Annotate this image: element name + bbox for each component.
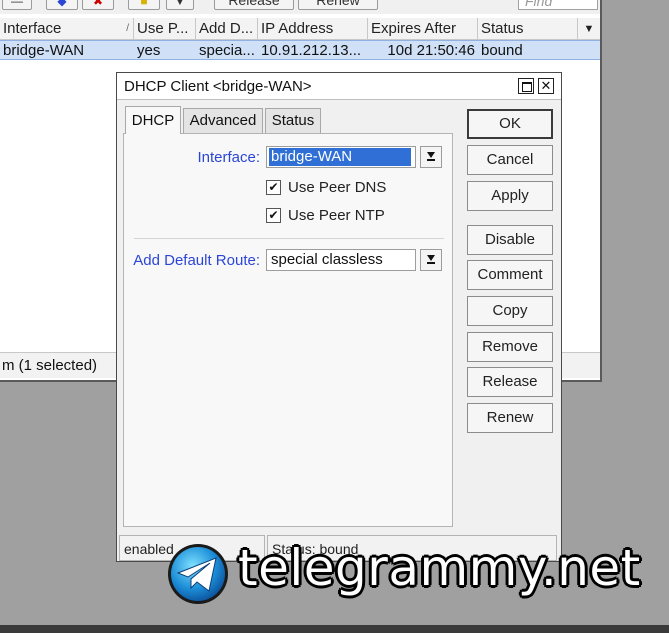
dhcp-tab-panel: Interface: bridge-WAN ✔ Use Peer DNS ✔ U… — [123, 133, 453, 527]
ok-button[interactable]: OK — [467, 109, 553, 139]
dhcp-client-dialog: DHCP Client <bridge-WAN> ✕ DHCP Advanced… — [116, 72, 562, 562]
cancel-button[interactable]: Cancel — [467, 145, 553, 175]
dropdown-arrow-icon — [427, 152, 435, 158]
remove-button[interactable]: Remove — [467, 332, 553, 362]
toolbar-button-1[interactable]: — — [2, 0, 32, 10]
bottom-strip — [0, 625, 669, 633]
release-button[interactable]: Release — [467, 367, 553, 397]
add-default-route-select[interactable]: special classless — [266, 249, 416, 271]
dropdown-arrow-icon: ▼ — [583, 23, 595, 35]
renew-button[interactable]: Renew — [467, 403, 553, 433]
add-default-route-label: Add Default Route: — [133, 252, 260, 269]
minus-icon: — — [11, 0, 23, 8]
add-default-route-value: special classless — [271, 251, 383, 268]
copy-button[interactable]: Copy — [467, 296, 553, 326]
separator — [134, 238, 444, 239]
apply-button[interactable]: Apply — [467, 181, 553, 211]
tab-dhcp[interactable]: DHCP — [125, 106, 181, 134]
interface-dropdown-button[interactable] — [420, 146, 442, 168]
remove-x-icon: ✖ — [92, 0, 104, 8]
sort-icon: / — [126, 23, 129, 34]
tab-advanced[interactable]: Advanced — [183, 108, 263, 134]
close-button[interactable]: ✕ — [538, 78, 554, 94]
comment-icon: ■ — [140, 0, 148, 8]
use-peer-ntp-label: Use Peer NTP — [288, 207, 385, 224]
columns-menu-button[interactable]: ▼ — [578, 18, 600, 40]
disable-button[interactable]: Disable — [467, 225, 553, 255]
dialog-title: DHCP Client <bridge-WAN> — [124, 78, 312, 95]
use-peer-dns-checkbox[interactable]: ✔ — [266, 180, 281, 195]
interface-label: Interface: — [197, 149, 260, 166]
close-icon: ✕ — [540, 78, 552, 93]
column-header-ip-address[interactable]: IP Address — [258, 18, 368, 40]
release-toolbar-button[interactable]: Release — [214, 0, 294, 10]
checkmark-icon: ✔ — [268, 180, 279, 194]
renew-toolbar-button[interactable]: Renew — [298, 0, 378, 10]
dialog-titlebar[interactable]: DHCP Client <bridge-WAN> ✕ — [117, 73, 561, 100]
watermark-text: telegrammy.net — [238, 539, 641, 597]
cell-status: bound — [481, 42, 523, 59]
interface-select[interactable]: bridge-WAN — [266, 146, 416, 168]
cell-add-default: specia... — [199, 42, 255, 59]
tab-status[interactable]: Status — [265, 108, 321, 134]
use-peer-dns-label: Use Peer DNS — [288, 179, 387, 196]
use-peer-ntp-checkbox[interactable]: ✔ — [266, 208, 281, 223]
column-header-status[interactable]: Status — [478, 18, 578, 40]
comment-button[interactable]: Comment — [467, 260, 553, 290]
list-header: Interface / Use P... Add D... IP Address… — [0, 18, 600, 40]
column-header-add-default[interactable]: Add D... — [196, 18, 258, 40]
filter-icon: ▼ — [174, 0, 186, 8]
list-toolbar: — ◆ ✖ ■ ▼ Release Renew Find — [0, 0, 600, 14]
cell-ip-address: 10.91.212.13... — [261, 42, 362, 59]
find-input[interactable]: Find — [518, 0, 598, 10]
column-header-label: Interface — [3, 20, 62, 37]
cell-interface: bridge-WAN — [3, 42, 85, 59]
cell-expires-after: 10d 21:50:46 — [387, 42, 475, 59]
add-default-route-dropdown-button[interactable] — [420, 249, 442, 271]
remove-toolbar-button[interactable]: ✖ — [82, 0, 114, 10]
column-header-interface[interactable]: Interface / — [0, 18, 134, 40]
maximize-button[interactable] — [518, 78, 534, 94]
column-header-expires-after[interactable]: Expires After — [368, 18, 478, 40]
checkmark-icon: ✔ — [268, 208, 279, 222]
telegram-logo-icon — [168, 544, 228, 604]
enable-button[interactable]: ◆ — [46, 0, 78, 10]
interface-value: bridge-WAN — [269, 148, 411, 166]
check-icon: ◆ — [57, 0, 67, 8]
comment-toolbar-button[interactable]: ■ — [128, 0, 160, 10]
cell-use-peer: yes — [137, 42, 161, 59]
filter-toolbar-button[interactable]: ▼ — [166, 0, 194, 10]
dropdown-arrow-icon — [427, 255, 435, 261]
column-header-use-peer[interactable]: Use P... — [134, 18, 196, 40]
table-row[interactable]: bridge-WAN yes specia... 10.91.212.13...… — [0, 40, 600, 60]
